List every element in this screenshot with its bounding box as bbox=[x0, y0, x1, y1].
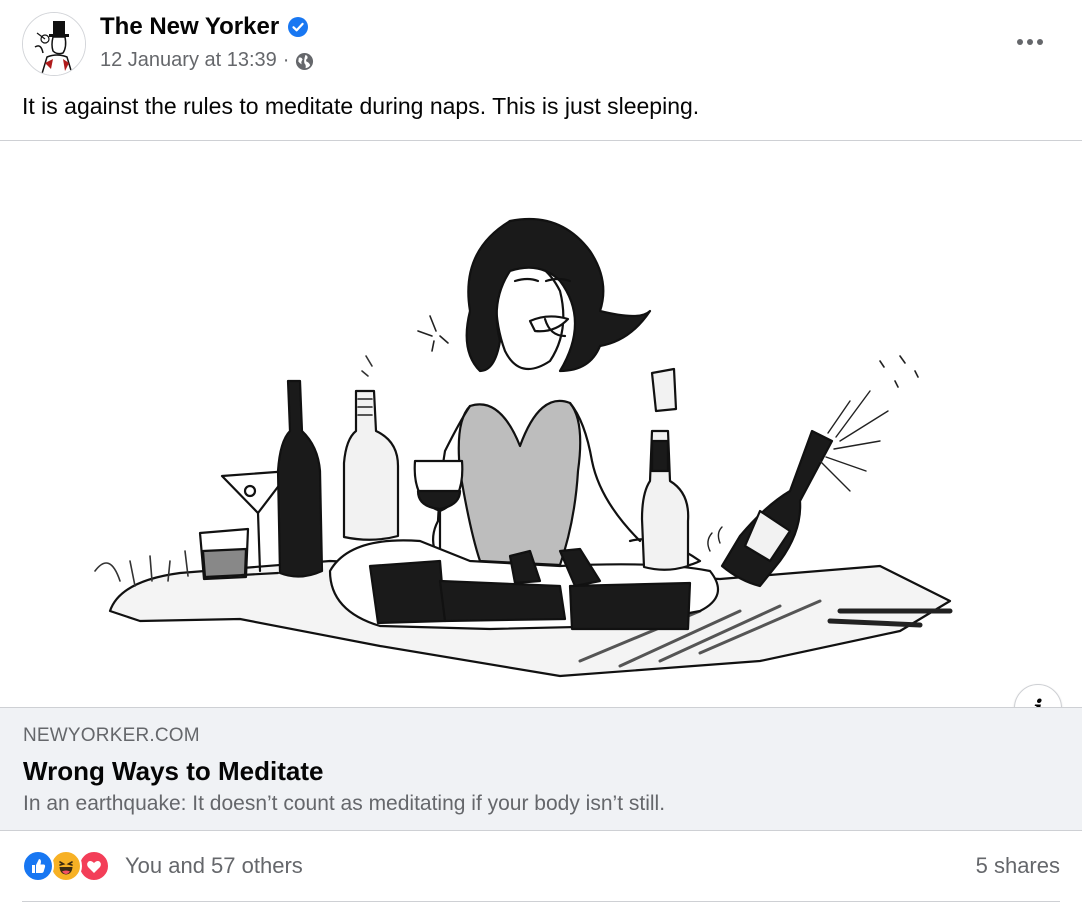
post-meta: 12 January at 13:39 · bbox=[100, 49, 314, 72]
reaction-count[interactable]: You and 57 others bbox=[125, 853, 303, 879]
link-preview[interactable]: NEWYORKER.COM Wrong Ways to Meditate In … bbox=[0, 707, 1082, 831]
haha-icon bbox=[50, 850, 82, 882]
engagement-bar: You and 57 others 5 shares bbox=[22, 840, 1060, 902]
post-image[interactable] bbox=[0, 140, 1082, 707]
link-title[interactable]: Wrong Ways to Meditate bbox=[23, 756, 323, 787]
like-icon bbox=[22, 850, 54, 882]
post-timestamp[interactable]: 12 January at 13:39 bbox=[100, 49, 277, 72]
more-options-icon[interactable] bbox=[1010, 24, 1050, 60]
globe-icon bbox=[296, 52, 314, 70]
reaction-icons[interactable] bbox=[22, 850, 114, 882]
love-icon bbox=[78, 850, 110, 882]
post-header: The New Yorker 12 January at 13:39 · bbox=[0, 0, 1082, 84]
share-count[interactable]: 5 shares bbox=[976, 853, 1060, 879]
post-caption: It is against the rules to meditate duri… bbox=[22, 93, 700, 119]
page-avatar[interactable] bbox=[22, 12, 86, 76]
page-name[interactable]: The New Yorker bbox=[100, 13, 279, 41]
link-domain: NEWYORKER.COM bbox=[23, 725, 200, 746]
meta-separator: · bbox=[282, 49, 290, 71]
cartoon-illustration bbox=[94, 217, 953, 678]
link-description: In an earthquake: It doesn’t count as me… bbox=[23, 792, 666, 815]
verified-badge-icon bbox=[288, 17, 308, 37]
